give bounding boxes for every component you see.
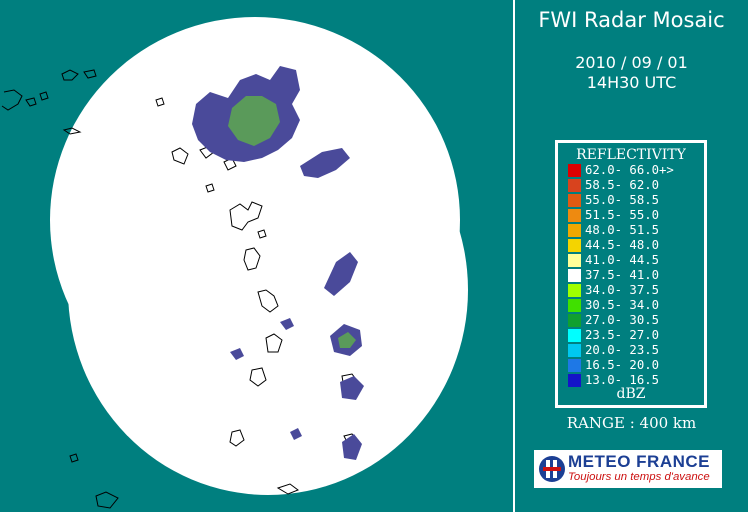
info-panel: FWI Radar Mosaic 2010 / 09 / 01 14H30 UT… [515, 0, 748, 512]
legend-row: 23.5- 27.0 [568, 328, 708, 343]
legend-range: 23.5- 27.0 [585, 328, 660, 342]
legend-swatch [568, 344, 581, 357]
legend-range: 27.0- 30.5 [585, 313, 660, 327]
legend-row: 41.0- 44.5 [568, 253, 708, 268]
legend-range: 62.0- 66.0+> [585, 163, 674, 177]
legend-row: 30.5- 34.0 [568, 298, 708, 313]
logo-tagline: Toujours un temps d'avance [568, 471, 710, 483]
legend-range: 30.5- 34.0 [585, 298, 660, 312]
legend-row: 48.0- 51.5 [568, 223, 708, 238]
legend-range: 58.5- 62.0 [585, 178, 660, 192]
date-label: 2010 / 09 / 01 [575, 53, 688, 72]
legend-range: 20.0- 23.5 [585, 343, 660, 357]
legend-row: 20.0- 23.5 [568, 343, 708, 358]
legend-row: 44.5- 48.0 [568, 238, 708, 253]
radar-map [1, 17, 468, 509]
legend-swatch [568, 209, 581, 222]
legend-swatch [568, 329, 581, 342]
legend-swatch [568, 239, 581, 252]
legend-swatch [568, 269, 581, 282]
legend-row: 55.0- 58.5 [568, 193, 708, 208]
legend-range: 34.0- 37.5 [585, 283, 660, 297]
legend-row: 37.5- 41.0 [568, 268, 708, 283]
legend-row: 62.0- 66.0+> [568, 163, 708, 178]
legend-swatch [568, 314, 581, 327]
reflectivity-legend: REFLECTIVITY 62.0- 66.0+> 58.5- 62.0 55.… [555, 140, 707, 408]
legend-range: 48.0- 51.5 [585, 223, 660, 237]
legend-range: 16.5- 20.0 [585, 358, 660, 372]
legend-title: REFLECTIVITY [576, 147, 686, 163]
legend-swatch [568, 224, 581, 237]
meteo-france-logo: METEO FRANCE Toujours un temps d'avance [534, 450, 722, 488]
range-label: RANGE : 400 km [566, 414, 697, 432]
legend-range: 41.0- 44.5 [585, 253, 660, 267]
legend-range: 44.5- 48.0 [585, 238, 660, 252]
legend-swatch [568, 284, 581, 297]
legend-rows: 62.0- 66.0+> 58.5- 62.0 55.0- 58.5 51.5-… [568, 163, 708, 388]
legend-swatch [568, 194, 581, 207]
legend-swatch [568, 164, 581, 177]
legend-swatch [568, 254, 581, 267]
legend-row: 51.5- 55.0 [568, 208, 708, 223]
legend-swatch [568, 359, 581, 372]
legend-unit: dBZ [616, 386, 646, 402]
time-label: 14H30 UTC [586, 73, 677, 92]
legend-swatch [568, 179, 581, 192]
legend-swatch [568, 299, 581, 312]
legend-range: 51.5- 55.0 [585, 208, 660, 222]
legend-row: 16.5- 20.0 [568, 358, 708, 373]
legend-row: 58.5- 62.0 [568, 178, 708, 193]
legend-range: 37.5- 41.0 [585, 268, 660, 282]
legend-range: 55.0- 58.5 [585, 193, 660, 207]
legend-row: 27.0- 30.5 [568, 313, 708, 328]
logo-name: METEO FRANCE [568, 452, 710, 471]
legend-row: 34.0- 37.5 [568, 283, 708, 298]
meteo-france-emblem-icon [539, 456, 565, 482]
app-title: FWI Radar Mosaic [538, 8, 725, 32]
